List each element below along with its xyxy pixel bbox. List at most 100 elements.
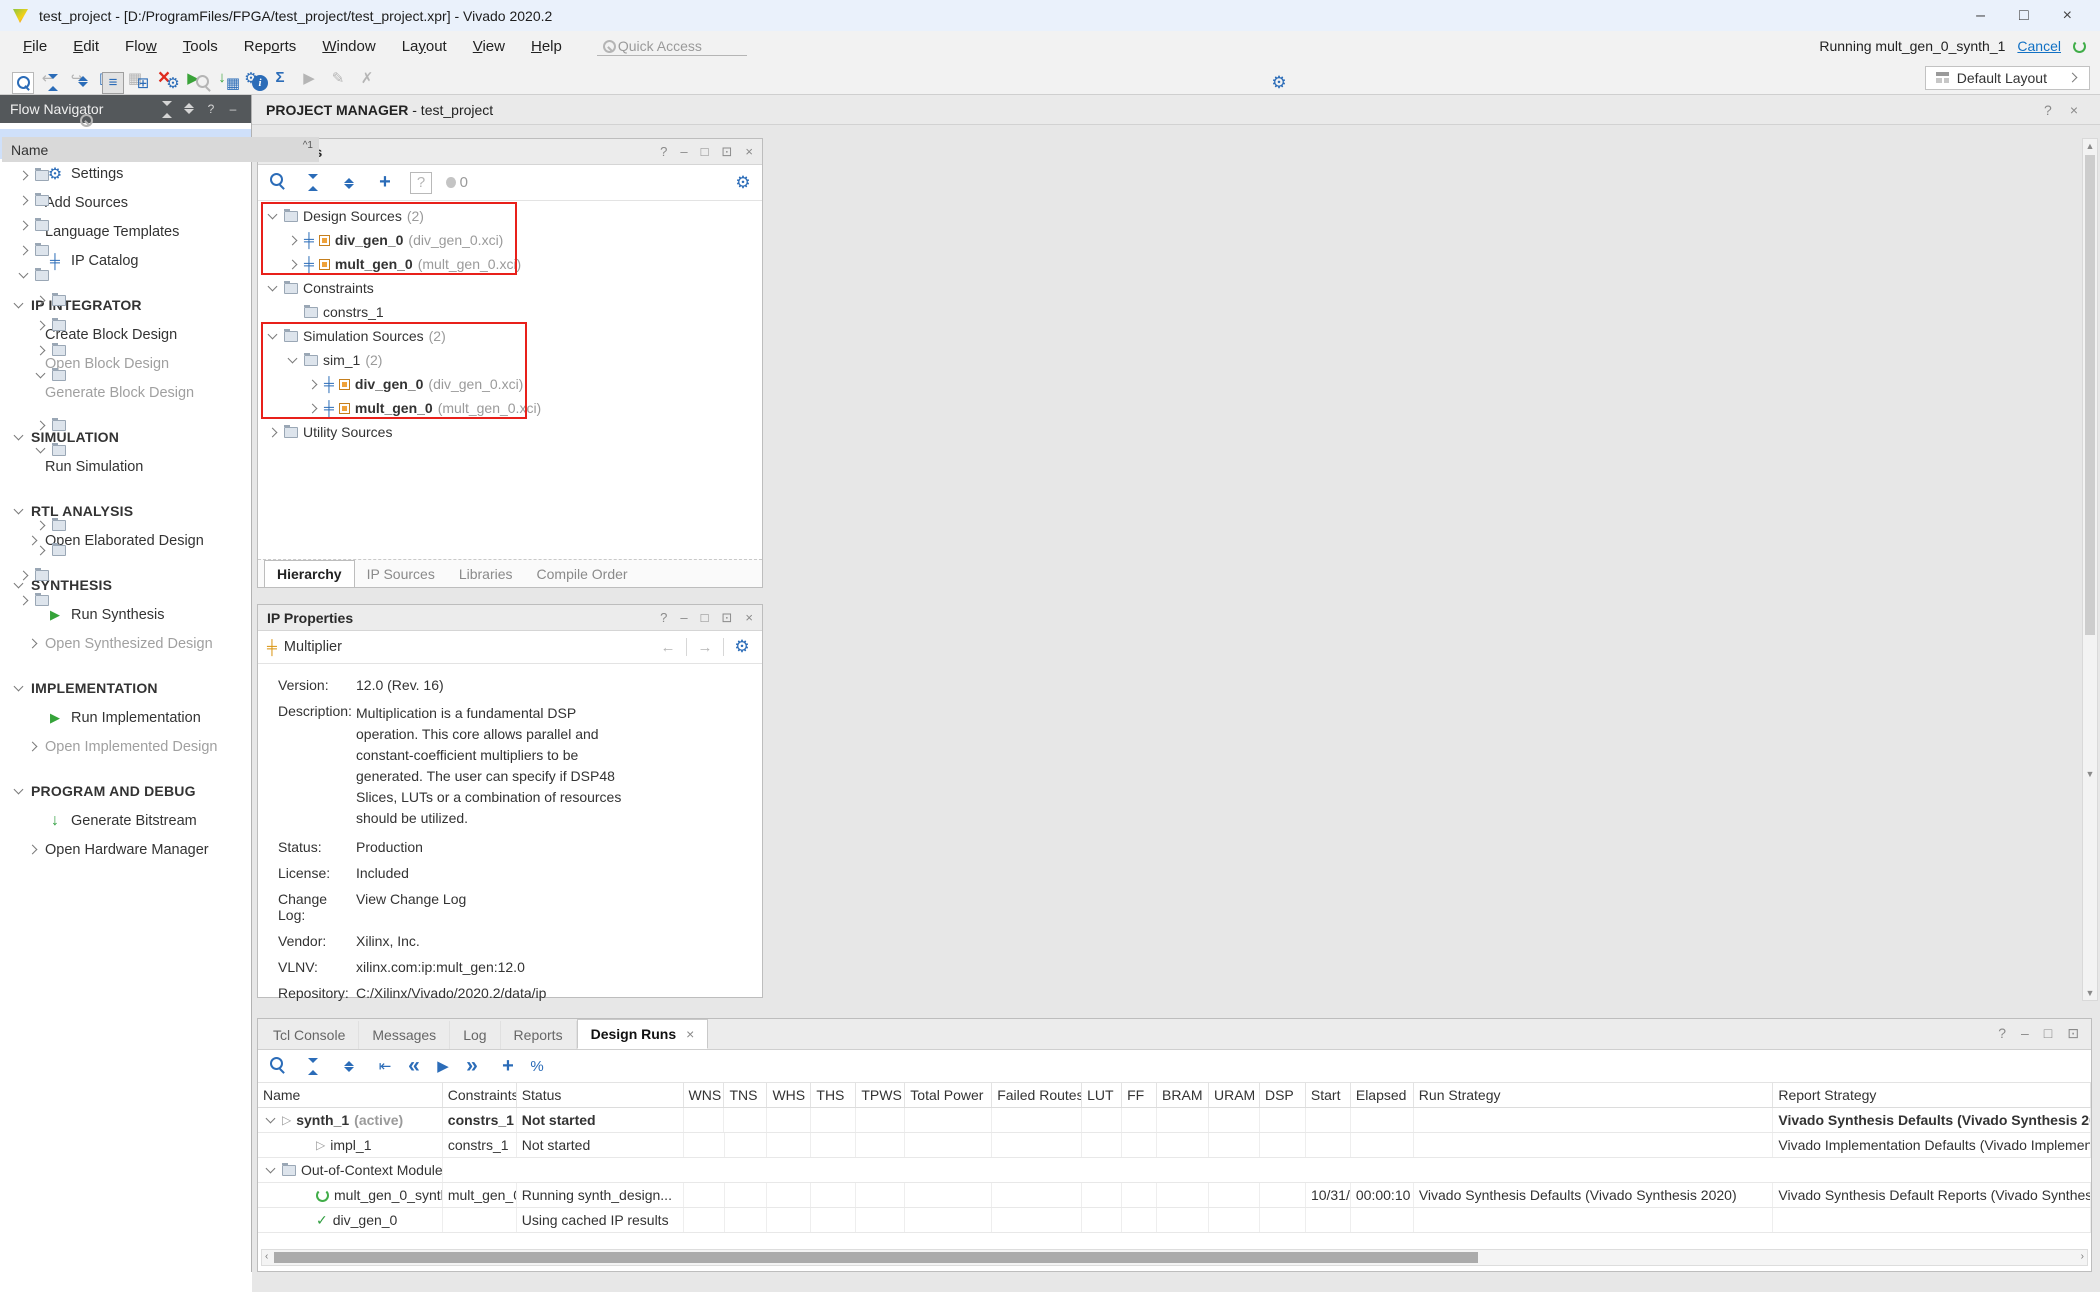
bottom-tab[interactable]: Messages	[359, 1021, 450, 1049]
scrollbar-thumb[interactable]	[274, 1252, 1478, 1263]
bottom-tab[interactable]: Log	[450, 1021, 500, 1049]
help-icon[interactable]: ?	[2044, 102, 2052, 118]
column-run-strategy[interactable]: Run Strategy	[1414, 1083, 1774, 1107]
unmark-icon[interactable]	[356, 67, 378, 89]
sum-icon[interactable]	[269, 67, 291, 89]
float-icon[interactable]: ⊡	[722, 144, 733, 160]
design-run-row[interactable]: ▷synth_1 (active)constrs_1Not startedViv…	[258, 1108, 2091, 1133]
horizontal-scrollbar[interactable]: ‹ ›	[261, 1249, 2088, 1266]
source-tree-row[interactable]: Design Sources (2)	[258, 204, 762, 228]
flow-navigator-item[interactable]	[0, 658, 251, 673]
back-icon[interactable]: ←	[657, 636, 679, 658]
sources-view-tab[interactable]: Compile Order	[525, 561, 640, 587]
expander-icon[interactable]	[268, 330, 278, 340]
menu-item[interactable]: File	[10, 34, 60, 59]
source-tree-row[interactable]: sim_1 (2)	[258, 348, 762, 372]
column-total-power[interactable]: Total Power	[905, 1083, 992, 1107]
highlight-icon[interactable]	[298, 67, 320, 89]
flow-navigator-item[interactable]	[0, 761, 251, 776]
collapse-all-icon[interactable]	[42, 72, 64, 94]
flow-navigator-item[interactable]: IP INTEGRATOR	[0, 290, 251, 320]
scroll-right-icon[interactable]: ›	[2081, 1251, 2084, 1262]
customize-wrench-icon[interactable]	[162, 72, 184, 94]
float-icon[interactable]: ⊡	[722, 610, 733, 626]
column-failed-routes[interactable]: Failed Routes	[992, 1083, 1082, 1107]
expander-icon[interactable]	[308, 403, 318, 413]
expand-all-icon[interactable]	[338, 1057, 360, 1079]
flow-navigator-item[interactable]	[0, 481, 251, 496]
expand-all-icon[interactable]	[181, 101, 197, 117]
minimize-icon[interactable]: –	[680, 610, 687, 626]
source-tree-row[interactable]: ╪ div_gen_0 (div_gen_0.xci)	[258, 372, 762, 396]
info-icon[interactable]	[252, 75, 268, 91]
sources-view-tab[interactable]: IP Sources	[355, 561, 447, 587]
design-run-row[interactable]: mult_gen_0_synth_1mult_gen_0Running synt…	[258, 1183, 2091, 1208]
collapse-all-icon[interactable]	[302, 1055, 324, 1077]
expander-icon[interactable]	[268, 210, 278, 220]
source-tree-row[interactable]: constrs_1	[258, 300, 762, 324]
maximize-icon[interactable]: □	[701, 610, 709, 626]
flow-navigator-item[interactable]: Open Implemented Design	[0, 732, 251, 761]
cancel-link[interactable]: Cancel	[2017, 38, 2061, 54]
column-whs[interactable]: WHS	[767, 1083, 811, 1107]
ip-packager-icon[interactable]	[222, 72, 244, 94]
maximize-button[interactable]: □	[2019, 7, 2029, 25]
menu-item[interactable]: Edit	[60, 34, 112, 59]
quick-access-input[interactable]: Quick Access	[597, 36, 747, 56]
expander-icon[interactable]	[308, 379, 318, 389]
search-icon[interactable]	[266, 1054, 288, 1076]
source-tree-row[interactable]: Simulation Sources (2)	[258, 324, 762, 348]
zoom-icon[interactable]	[192, 72, 214, 94]
expander-icon[interactable]	[268, 282, 278, 292]
forward-icon[interactable]: →	[694, 636, 716, 658]
menu-item[interactable]: View	[460, 34, 518, 59]
bottom-tab[interactable]: Reports	[501, 1021, 577, 1049]
source-tree-row[interactable]: Utility Sources	[258, 420, 762, 444]
search-icon[interactable]	[266, 170, 288, 192]
column-bram[interactable]: BRAM	[1157, 1083, 1209, 1107]
minimize-icon[interactable]	[225, 101, 241, 117]
create-run-icon[interactable]	[497, 1055, 519, 1077]
search-icon[interactable]	[12, 72, 34, 94]
expander-icon[interactable]	[288, 259, 298, 269]
source-tree-row[interactable]: ╪ mult_gen_0 (mult_gen_0.xci)	[258, 396, 762, 420]
help-icon[interactable]: ?	[660, 144, 667, 160]
flow-navigator-item[interactable]: Open Synthesized Design	[0, 629, 251, 658]
flow-navigator-item[interactable]: Run Simulation	[0, 452, 251, 481]
expand-all-icon[interactable]	[338, 173, 360, 195]
column-wns[interactable]: WNS	[684, 1083, 725, 1107]
flow-navigator-item[interactable]: Generate Block Design	[0, 378, 251, 407]
expand-all-icon[interactable]	[72, 72, 94, 94]
column-ths[interactable]: THS	[811, 1083, 856, 1107]
help-icon[interactable]	[203, 101, 219, 117]
close-icon[interactable]: ×	[745, 144, 753, 160]
flow-navigator-item[interactable]: PROGRAM AND DEBUG	[0, 776, 251, 806]
step-back-icon[interactable]	[403, 1055, 425, 1077]
close-icon[interactable]: ×	[745, 610, 753, 626]
close-button[interactable]: ×	[2063, 7, 2072, 25]
group-view-icon[interactable]	[132, 72, 154, 94]
menu-item[interactable]: Tools	[170, 34, 231, 59]
maximize-icon[interactable]: □	[2044, 1025, 2052, 1042]
menu-item[interactable]: Window	[309, 34, 388, 59]
source-tree-row[interactable]: ╪ mult_gen_0 (mult_gen_0.xci)	[258, 252, 762, 276]
step-forward-icon[interactable]	[461, 1055, 483, 1077]
collapse-all-icon[interactable]	[302, 172, 324, 194]
column-name[interactable]: Name	[258, 1083, 443, 1107]
column-dsp[interactable]: DSP	[1260, 1083, 1306, 1107]
column-ff[interactable]: FF	[1122, 1083, 1157, 1107]
source-tree-row[interactable]: Constraints	[258, 276, 762, 300]
sources-view-tab[interactable]: Libraries	[447, 561, 525, 587]
scrollbar-thumb[interactable]	[2085, 155, 2095, 635]
column-lut[interactable]: LUT	[1082, 1083, 1122, 1107]
close-icon[interactable]: ×	[686, 1026, 694, 1042]
settings-gear-icon[interactable]: ⚙	[732, 172, 754, 194]
sources-view-tab[interactable]: Hierarchy	[264, 560, 355, 587]
column-start[interactable]: Start	[1306, 1083, 1351, 1107]
flow-navigator-item[interactable]: ↓ Generate Bitstream	[0, 806, 251, 835]
column-uram[interactable]: URAM	[1209, 1083, 1260, 1107]
add-sources-icon[interactable]	[374, 172, 396, 194]
scroll-down-icon[interactable]: ▼	[2083, 988, 2097, 998]
flow-navigator-item[interactable]: IMPLEMENTATION	[0, 673, 251, 703]
column-report-strategy[interactable]: Report Strategy	[1773, 1083, 2091, 1107]
